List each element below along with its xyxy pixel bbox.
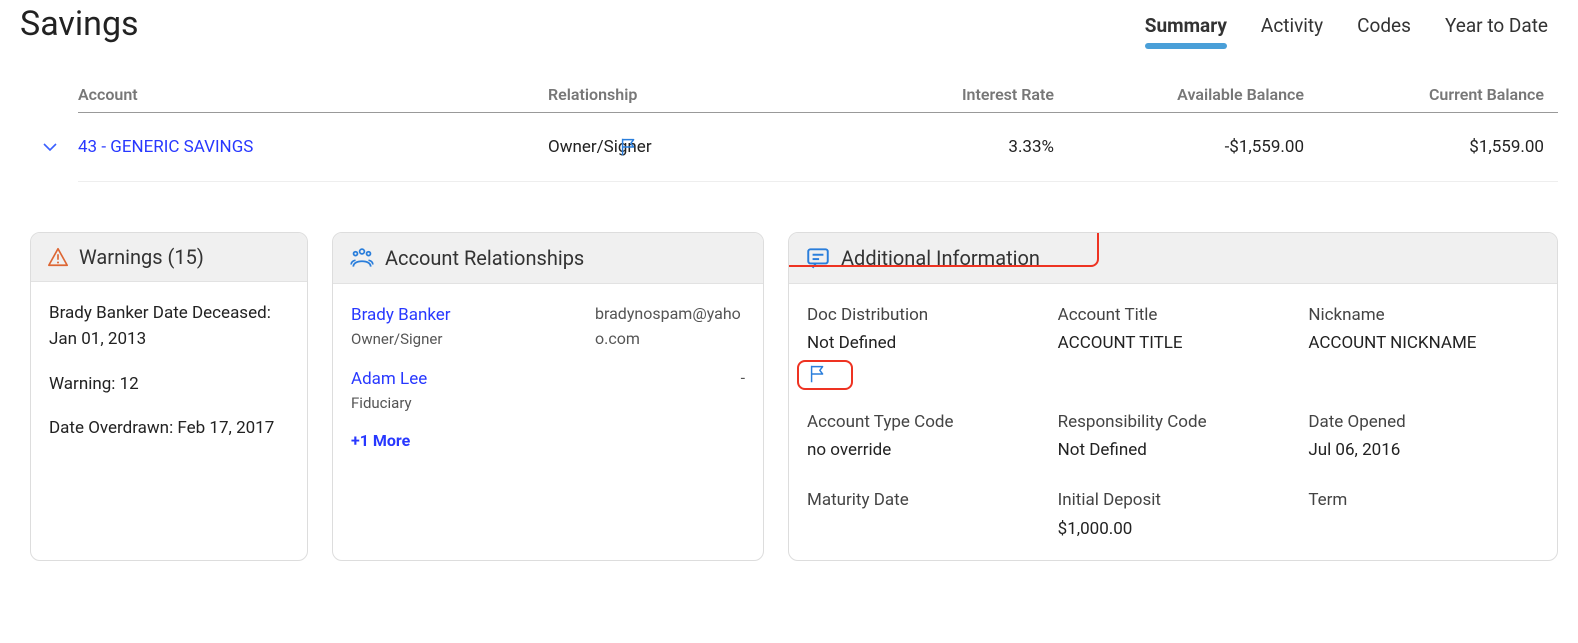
info-label: Doc Distribution (807, 302, 1038, 328)
accounts-table: Account Relationship Interest Rate Avail… (20, 85, 1558, 182)
td-interest-rate: 3.33% (838, 137, 1068, 157)
people-icon (349, 245, 375, 271)
info-value: Not Defined (807, 330, 1038, 356)
relationship-email: bradynospam@yahoo.com (595, 302, 745, 352)
info-nickname: Nickname ACCOUNT NICKNAME (1308, 302, 1539, 385)
info-account-type-code: Account Type Code no override (807, 409, 1038, 464)
info-label: Account Title (1058, 302, 1289, 328)
relationship-email: - (741, 366, 745, 416)
chevron-down-icon[interactable] (42, 141, 58, 153)
warning-item: Brady Banker Date Deceased: Jan 01, 2013 (49, 300, 289, 353)
info-label: Account Type Code (807, 409, 1038, 435)
table-row: 43 - GENERIC SAVINGS Owner/Signer 3.33% … (78, 113, 1558, 182)
info-label: Responsibility Code (1058, 409, 1289, 435)
info-date-opened: Date Opened Jul 06, 2016 (1308, 409, 1539, 464)
account-name-link[interactable]: 43 - GENERIC SAVINGS (78, 137, 548, 157)
info-label: Initial Deposit (1058, 487, 1289, 513)
relationship-role: Owner/Signer (351, 328, 451, 351)
info-value: ACCOUNT NICKNAME (1308, 330, 1539, 356)
relationships-title: Account Relationships (385, 246, 584, 270)
panels-row: Warnings (15) Brady Banker Date Deceased… (20, 232, 1558, 561)
additional-info-header: Additional Information (789, 233, 1557, 284)
td-current-balance: $1,559.00 (1318, 137, 1558, 157)
relationships-panel-header: Account Relationships (333, 233, 763, 284)
additional-info-panel: Additional Information Doc Distribution … (788, 232, 1558, 561)
warnings-title: Warnings (15) (79, 245, 204, 269)
td-available-balance: -$1,559.00 (1068, 137, 1318, 157)
warning-item: Date Overdrawn: Feb 17, 2017 (49, 415, 289, 441)
relationship-entry: Brady Banker Owner/Signer bradynospam@ya… (351, 302, 745, 352)
info-account-title: Account Title ACCOUNT TITLE (1058, 302, 1289, 385)
tab-summary[interactable]: Summary (1145, 14, 1227, 45)
th-interest-rate: Interest Rate (838, 85, 1068, 104)
warnings-panel: Warnings (15) Brady Banker Date Deceased… (30, 232, 308, 561)
info-value: Not Defined (1058, 437, 1289, 463)
info-value: Jul 06, 2016 (1308, 437, 1539, 463)
info-doc-distribution: Doc Distribution Not Defined (807, 302, 1038, 385)
warning-item: Warning: 12 (49, 371, 289, 397)
relationships-panel: Account Relationships Brady Banker Owner… (332, 232, 764, 561)
additional-info-title: Additional Information (841, 246, 1040, 270)
warnings-body: Brady Banker Date Deceased: Jan 01, 2013… (31, 282, 307, 477)
info-value: $1,000.00 (1058, 516, 1289, 542)
tab-activity[interactable]: Activity (1261, 14, 1323, 45)
relationships-more-link[interactable]: +1 More (351, 429, 745, 454)
info-responsibility-code: Responsibility Code Not Defined (1058, 409, 1289, 464)
th-available-balance: Available Balance (1068, 85, 1318, 104)
comment-icon (805, 245, 831, 271)
relationship-role: Fiduciary (351, 392, 427, 415)
info-term: Term (1308, 487, 1539, 542)
tabs: Summary Activity Codes Year to Date (1145, 4, 1558, 45)
info-label: Term (1308, 487, 1539, 513)
relationships-body: Brady Banker Owner/Signer bradynospam@ya… (333, 284, 763, 472)
flag-icon[interactable] (807, 363, 1038, 385)
th-relationship: Relationship (548, 85, 838, 104)
page-title: Savings (20, 4, 139, 44)
info-label: Maturity Date (807, 487, 1038, 513)
warning-icon (47, 246, 69, 268)
info-value: no override (807, 437, 1038, 463)
flag-icon[interactable] (618, 136, 640, 158)
th-account: Account (78, 85, 548, 104)
relationship-name-link[interactable]: Brady Banker (351, 302, 451, 328)
info-label: Date Opened (1308, 409, 1539, 435)
header: Savings Summary Activity Codes Year to D… (20, 0, 1558, 45)
info-label: Nickname (1308, 302, 1539, 328)
warnings-panel-header: Warnings (15) (31, 233, 307, 282)
additional-info-body: Doc Distribution Not Defined Account Tit… (789, 284, 1557, 560)
info-maturity-date: Maturity Date (807, 487, 1038, 542)
table-header-row: Account Relationship Interest Rate Avail… (78, 85, 1558, 113)
relationship-name-link[interactable]: Adam Lee (351, 366, 427, 392)
td-relationship: Owner/Signer (548, 137, 838, 157)
th-current-balance: Current Balance (1318, 85, 1558, 104)
tab-year-to-date[interactable]: Year to Date (1445, 14, 1548, 45)
tab-codes[interactable]: Codes (1357, 14, 1411, 45)
info-value: ACCOUNT TITLE (1058, 330, 1289, 356)
relationship-entry: Adam Lee Fiduciary - (351, 366, 745, 416)
info-initial-deposit: Initial Deposit $1,000.00 (1058, 487, 1289, 542)
